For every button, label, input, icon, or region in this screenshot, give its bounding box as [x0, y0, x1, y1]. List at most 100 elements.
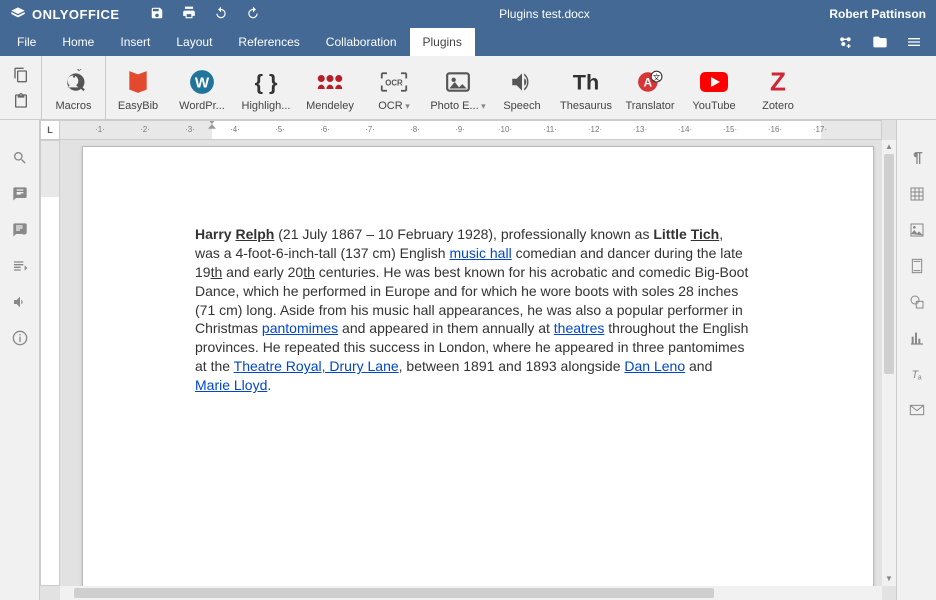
tab-file[interactable]: File	[4, 28, 49, 56]
text: and early 20	[222, 264, 303, 280]
user-name[interactable]: Robert Pattinson	[829, 7, 926, 21]
save-icon[interactable]	[150, 6, 164, 23]
mailmerge-icon[interactable]	[909, 402, 925, 418]
feedback-icon[interactable]	[12, 294, 28, 310]
text: (21 July 1867 – 10 February 1928), profe…	[274, 226, 653, 242]
print-icon[interactable]	[182, 6, 196, 23]
scroll-down-arrow[interactable]: ▼	[882, 572, 896, 586]
text: and	[685, 358, 712, 374]
svg-text:Z: Z	[770, 69, 786, 95]
link-pantomimes[interactable]: pantomimes	[262, 320, 338, 336]
hscroll-thumb[interactable]	[74, 588, 714, 598]
right-sidebar: Ta	[896, 120, 936, 600]
horizontal-ruler-wrap: L ·1··2··3··4··5··6··7··8··9··10··11··12…	[40, 120, 882, 140]
text-underline: th	[211, 264, 223, 280]
plugin-translator-label: Translator	[621, 100, 679, 112]
plugin-translator[interactable]: A文 Translator	[618, 56, 682, 119]
find-icon[interactable]	[12, 150, 28, 166]
chat-icon[interactable]	[12, 222, 28, 238]
text: and appeared in them annually at	[338, 320, 554, 336]
plugin-youtube-label: YouTube	[685, 100, 743, 112]
chart-settings-icon[interactable]	[909, 330, 925, 346]
menu-bar: File Home Insert Layout References Colla…	[0, 28, 936, 56]
shape-settings-icon[interactable]	[909, 294, 925, 310]
vscroll-thumb[interactable]	[884, 154, 894, 374]
plugin-easybib[interactable]: EasyBib	[106, 56, 170, 119]
plugin-mendeley-label: Mendeley	[301, 100, 359, 112]
ruler-corner[interactable]: L	[40, 120, 60, 140]
plugin-speech[interactable]: Speech	[490, 56, 554, 119]
text-bold-underline: Relph	[235, 226, 274, 242]
document-page[interactable]: Harry Relph (21 July 1867 – 10 February …	[82, 146, 874, 586]
quick-access-toolbar	[150, 6, 260, 23]
plugin-highlight-label: Highligh...	[237, 100, 295, 112]
header-right-icons	[838, 28, 936, 56]
plugin-ocr[interactable]: OCR OCR	[362, 56, 426, 119]
horizontal-scrollbar[interactable]	[60, 586, 882, 600]
tab-insert[interactable]: Insert	[107, 28, 163, 56]
navigation-icon[interactable]	[12, 258, 28, 274]
svg-text:文: 文	[653, 71, 661, 81]
image-settings-icon[interactable]	[909, 222, 925, 238]
plugin-zotero[interactable]: Z Zotero	[746, 56, 810, 119]
text: , between 1891 and 1893 alongside	[399, 358, 625, 374]
document-paragraph: Harry Relph (21 July 1867 – 10 February …	[195, 225, 749, 395]
redo-icon[interactable]	[246, 6, 260, 23]
vertical-ruler[interactable]	[40, 140, 60, 586]
svg-text:OCR: OCR	[385, 78, 403, 87]
svg-text:{ }: { }	[255, 69, 278, 94]
plugin-macros[interactable]: Macros	[42, 56, 106, 119]
plugin-easybib-label: EasyBib	[109, 100, 167, 112]
undo-icon[interactable]	[214, 6, 228, 23]
plugin-thesaurus[interactable]: Th Thesaurus	[554, 56, 618, 119]
comments-icon[interactable]	[12, 186, 28, 202]
plugin-macros-label: Macros	[45, 100, 103, 112]
copy-icon[interactable]	[13, 67, 29, 83]
plugin-thesaurus-label: Thesaurus	[557, 100, 615, 112]
document-area: L ·1··2··3··4··5··6··7··8··9··10··11··12…	[40, 120, 896, 600]
scroll-up-arrow[interactable]: ▲	[882, 140, 896, 154]
tab-home[interactable]: Home	[49, 28, 107, 56]
textart-settings-icon[interactable]: Ta	[909, 366, 925, 382]
plugin-youtube[interactable]: YouTube	[682, 56, 746, 119]
workspace: L ·1··2··3··4··5··6··7··8··9··10··11··12…	[0, 120, 936, 600]
table-settings-icon[interactable]	[909, 186, 925, 202]
about-icon[interactable]	[12, 330, 28, 346]
plugin-ocr-label: OCR	[365, 100, 423, 112]
tab-references[interactable]: References	[225, 28, 312, 56]
paragraph-settings-icon[interactable]	[909, 150, 925, 166]
text: .	[267, 377, 271, 393]
header-footer-icon[interactable]	[909, 258, 925, 274]
plugin-speech-label: Speech	[493, 100, 551, 112]
plugins-ribbon: Macros EasyBib W WordPr... { } Highligh.…	[0, 56, 936, 120]
plugin-wordpress[interactable]: W WordPr...	[170, 56, 234, 119]
text-underline: th	[303, 264, 315, 280]
link-marie-lloyd[interactable]: Marie Lloyd	[195, 377, 267, 393]
clipboard-group	[0, 56, 42, 119]
paste-icon[interactable]	[13, 93, 29, 109]
page-viewport: Harry Relph (21 July 1867 – 10 February …	[60, 140, 882, 586]
link-dan-leno[interactable]: Dan Leno	[624, 358, 685, 374]
text-bold: Harry	[195, 226, 235, 242]
link-music-hall[interactable]: music hall	[449, 245, 511, 261]
plugin-photo-label: Photo E...	[429, 100, 487, 112]
open-location-icon[interactable]	[872, 34, 888, 50]
share-icon[interactable]	[838, 34, 854, 50]
link-theatre-royal[interactable]: Theatre Royal, Drury Lane	[234, 358, 399, 374]
title-bar: ONLYOFFICE Plugins test.docx Robert Patt…	[0, 0, 936, 28]
svg-text:a: a	[917, 372, 922, 381]
tab-collaboration[interactable]: Collaboration	[313, 28, 410, 56]
tab-plugins[interactable]: Plugins	[410, 28, 475, 56]
plugin-mendeley[interactable]: Mendeley	[298, 56, 362, 119]
plugin-photo-editor[interactable]: Photo E...	[426, 56, 490, 119]
menu-icon[interactable]	[906, 34, 922, 50]
app-name: ONLYOFFICE	[32, 7, 120, 22]
tab-layout[interactable]: Layout	[163, 28, 225, 56]
plugin-zotero-label: Zotero	[749, 100, 807, 112]
plugin-highlight[interactable]: { } Highligh...	[234, 56, 298, 119]
link-theatres[interactable]: theatres	[554, 320, 605, 336]
plugin-wordpress-label: WordPr...	[173, 100, 231, 112]
horizontal-ruler[interactable]: ·1··2··3··4··5··6··7··8··9··10··11··12··…	[60, 120, 882, 140]
vertical-scrollbar[interactable]: ▲ ▼	[882, 140, 896, 586]
svg-text:W: W	[195, 74, 210, 91]
